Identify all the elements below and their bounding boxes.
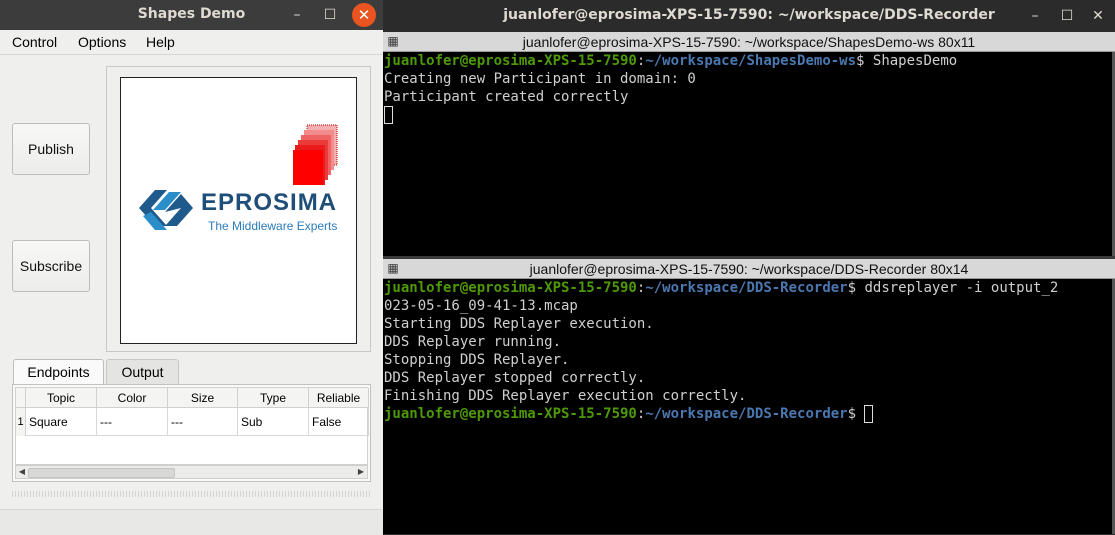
table-cell[interactable]: --- [97, 408, 168, 436]
horizontal-scrollbar[interactable]: ◀ ▶ [15, 465, 368, 479]
pane2-title: juanlofer@eprosima-XPS-15-7590: ~/worksp… [529, 261, 969, 277]
minimize-icon[interactable]: – [285, 3, 309, 27]
menu-options[interactable]: Options [78, 34, 126, 50]
endpoints-table: Topic Color Size Type Reliable 1 Square … [15, 387, 369, 465]
column-header-type[interactable]: Type [238, 388, 309, 408]
pane1-title: juanlofer@eprosima-XPS-15-7590: ~/worksp… [522, 34, 976, 50]
terminal-cursor [384, 106, 393, 124]
square-shape [293, 124, 338, 185]
table-cell[interactable]: --- [168, 408, 238, 436]
terminal-window-title: juanlofer@eprosima-XPS-15-7590: ~/worksp… [503, 7, 995, 23]
scroll-left-icon[interactable]: ◀ [16, 466, 28, 478]
minimize-icon[interactable]: – [1023, 4, 1047, 28]
tab-endpoints[interactable]: Endpoints [13, 359, 104, 385]
output-line: Creating new Participant in domain: 0 [384, 71, 696, 87]
prompt-line: juanlofer@eprosima-XPS-15-7590:~/workspa… [384, 280, 1059, 296]
menu-control[interactable]: Control [12, 34, 57, 50]
close-icon[interactable]: ✕ [352, 3, 376, 27]
table-cell[interactable]: Sub [238, 408, 309, 436]
subscribe-button[interactable]: Subscribe [12, 240, 90, 292]
column-header-size[interactable]: Size [168, 388, 238, 408]
terminator-menu-icon[interactable]: ▦ [386, 261, 400, 275]
command-wrap-line: 023-05-16_09-41-13.mcap [384, 298, 578, 314]
scroll-thumb[interactable] [28, 468, 175, 478]
logo-text: EPROSIMA [201, 189, 338, 216]
column-header-reliable[interactable]: Reliable [309, 388, 369, 408]
menu-help[interactable]: Help [146, 34, 175, 50]
shapes-titlebar[interactable]: Shapes Demo – ☐ ✕ [0, 0, 383, 30]
pane2-titlebar[interactable]: ▦ juanlofer@eprosima-XPS-15-7590: ~/work… [383, 259, 1115, 279]
terminal-titlebar[interactable]: juanlofer@eprosima-XPS-15-7590: ~/worksp… [383, 0, 1115, 32]
splitter-handle[interactable] [12, 491, 371, 497]
table-cell[interactable]: False [309, 408, 369, 436]
output-line: Finishing DDS Replayer execution correct… [384, 388, 747, 404]
terminal-pane-1[interactable]: juanlofer@eprosima-XPS-15-7590:~/workspa… [383, 52, 1115, 256]
terminal-window: juanlofer@eprosima-XPS-15-7590: ~/worksp… [383, 0, 1115, 534]
shapes-canvas[interactable]: EPROSIMA The Middleware Experts [120, 77, 357, 344]
corner-header [16, 388, 26, 408]
eprosima-logo-icon [139, 190, 193, 230]
column-header-color[interactable]: Color [97, 388, 168, 408]
terminal-pane-2[interactable]: juanlofer@eprosima-XPS-15-7590:~/workspa… [383, 279, 1115, 534]
prompt-line: juanlofer@eprosima-XPS-15-7590:~/workspa… [384, 53, 958, 69]
terminator-menu-icon[interactable]: ▦ [386, 34, 400, 48]
scroll-right-icon[interactable]: ▶ [355, 466, 367, 478]
logo-tagline: The Middleware Experts [208, 219, 338, 233]
output-line: DDS Replayer stopped correctly. [384, 370, 646, 386]
close-icon[interactable]: ✕ [1086, 4, 1110, 28]
output-line: Starting DDS Replayer execution. [384, 316, 654, 332]
terminal-cursor [864, 405, 874, 423]
publish-button[interactable]: Publish [12, 123, 90, 175]
menubar: Control Options Help [0, 30, 383, 55]
tab-output[interactable]: Output [106, 359, 179, 385]
shapes-demo-window: Shapes Demo – ☐ ✕ Control Options Help P… [0, 0, 383, 535]
output-line: Stopping DDS Replayer. [384, 352, 570, 368]
prompt-line: juanlofer@eprosima-XPS-15-7590:~/workspa… [384, 405, 874, 423]
column-header-topic[interactable]: Topic [26, 388, 97, 408]
table-cell[interactable]: Square [26, 408, 97, 436]
output-line: Participant created correctly [384, 89, 629, 105]
pane1-titlebar[interactable]: ▦ juanlofer@eprosima-XPS-15-7590: ~/work… [383, 32, 1115, 52]
status-bar [0, 509, 383, 535]
row-number[interactable]: 1 [16, 408, 26, 436]
maximize-icon[interactable]: ☐ [318, 3, 342, 27]
output-line: DDS Replayer running. [384, 334, 562, 350]
maximize-icon[interactable]: ☐ [1055, 4, 1079, 28]
